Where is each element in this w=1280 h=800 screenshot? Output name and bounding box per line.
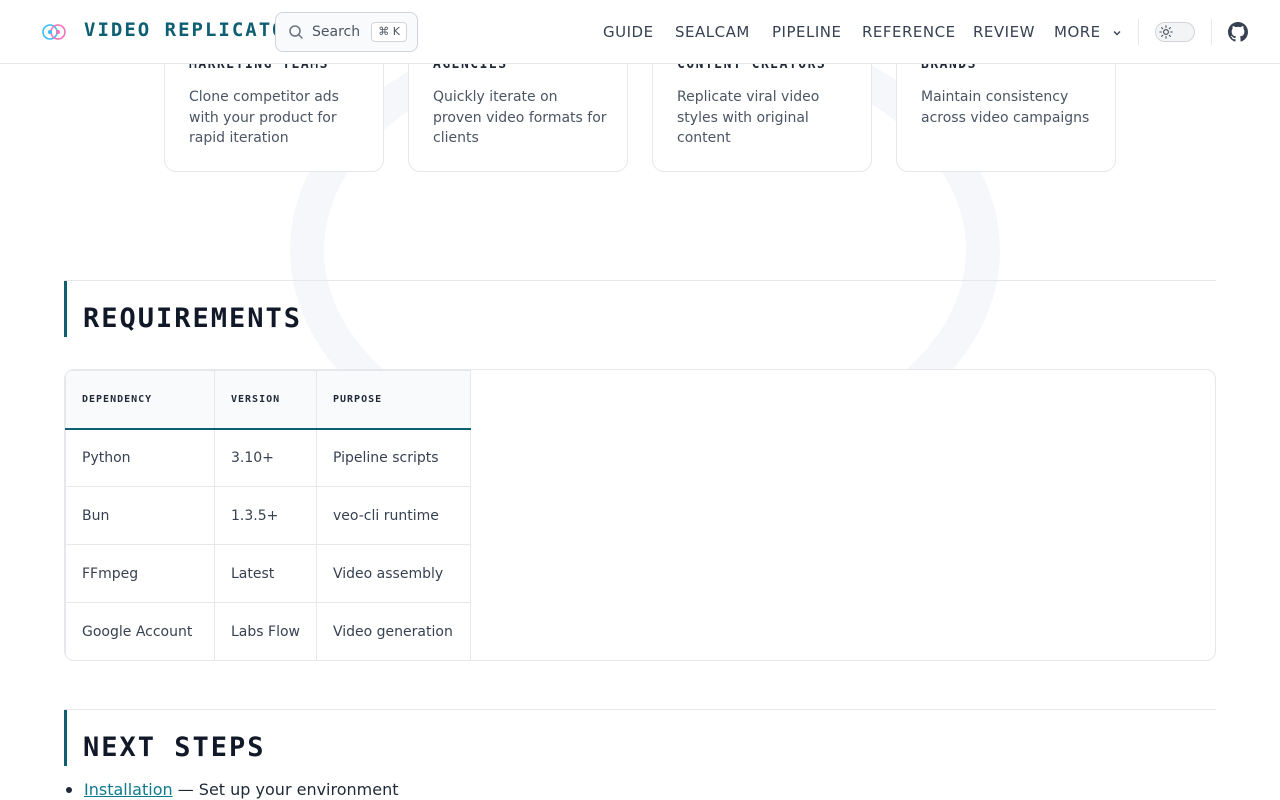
cell-dependency: Bun xyxy=(65,486,215,545)
table-row: Google Account Labs Flow Video generatio… xyxy=(65,602,471,660)
cell-version: Labs Flow xyxy=(214,602,317,660)
search-label: Search xyxy=(312,24,361,40)
cell-version: 3.10+ xyxy=(214,428,317,487)
nav-review[interactable]: REVIEW xyxy=(973,23,1035,41)
requirements-table: DEPENDENCY VERSION PURPOSE Python 3.10+ … xyxy=(64,369,1216,661)
section-divider xyxy=(64,280,1216,281)
cell-purpose: Video assembly xyxy=(316,544,471,603)
cell-dependency: Python xyxy=(65,428,215,487)
bullet xyxy=(66,787,72,793)
nav-sealcam[interactable]: SEALCAM xyxy=(675,23,750,41)
table-row: Bun 1.3.5+ veo-cli runtime xyxy=(65,486,471,545)
column-header-dependency: DEPENDENCY xyxy=(65,370,215,430)
chevron-down-icon xyxy=(1113,30,1121,35)
brain-icon[interactable] xyxy=(42,22,66,42)
theme-toggle[interactable] xyxy=(1155,22,1195,42)
table-row: FFmpeg Latest Video assembly xyxy=(65,544,471,603)
nav-divider xyxy=(1211,19,1212,45)
card-text: Clone competitor ads with your product f… xyxy=(189,89,339,146)
nav-more-label: MORE xyxy=(1054,23,1101,41)
next-steps-list: Installation — Set up your environment xyxy=(66,780,399,799)
cell-purpose: Video generation xyxy=(316,602,471,660)
next-steps-heading: NEXT STEPS xyxy=(83,732,266,763)
cell-version: Latest xyxy=(214,544,317,603)
requirements-heading: REQUIREMENTS xyxy=(83,303,303,334)
cell-dependency: Google Account xyxy=(65,602,215,660)
section-accent-bar xyxy=(64,281,67,337)
sun-icon xyxy=(1159,25,1173,39)
search-shortcut: ⌘ K xyxy=(371,22,407,42)
cell-dependency: FFmpeg xyxy=(65,544,215,603)
card-text: Maintain consistency across video campai… xyxy=(921,89,1090,126)
search-button[interactable]: Search ⌘ K xyxy=(275,12,418,52)
list-item-text: — Set up your environment xyxy=(172,780,399,799)
cell-version: 1.3.5+ xyxy=(214,486,317,545)
section-accent-bar xyxy=(64,710,67,766)
card-text: Replicate viral video styles with origin… xyxy=(677,89,820,146)
nav-pipeline[interactable]: PIPELINE xyxy=(772,23,841,41)
installation-link[interactable]: Installation xyxy=(84,780,173,799)
search-icon xyxy=(289,25,303,39)
column-header-version: VERSION xyxy=(214,370,317,430)
nav-more[interactable]: MORE xyxy=(1054,23,1122,41)
top-navigation-bar: VIDEO REPLICATOR Search ⌘ K GUIDE SEALCA… xyxy=(0,0,1280,64)
table-row: Python 3.10+ Pipeline scripts xyxy=(65,428,471,487)
nav-divider xyxy=(1138,19,1139,45)
cell-purpose: Pipeline scripts xyxy=(316,428,471,487)
nav-guide[interactable]: GUIDE xyxy=(603,23,654,41)
section-divider xyxy=(64,709,1216,710)
card-text: Quickly iterate on proven video formats … xyxy=(433,89,607,146)
github-icon[interactable] xyxy=(1228,22,1248,42)
list-item: Installation — Set up your environment xyxy=(66,780,399,799)
nav-reference[interactable]: REFERENCE xyxy=(862,23,956,41)
column-header-purpose: PURPOSE xyxy=(316,370,471,430)
brand-title[interactable]: VIDEO REPLICATOR xyxy=(84,19,299,41)
cell-purpose: veo-cli runtime xyxy=(316,486,471,545)
